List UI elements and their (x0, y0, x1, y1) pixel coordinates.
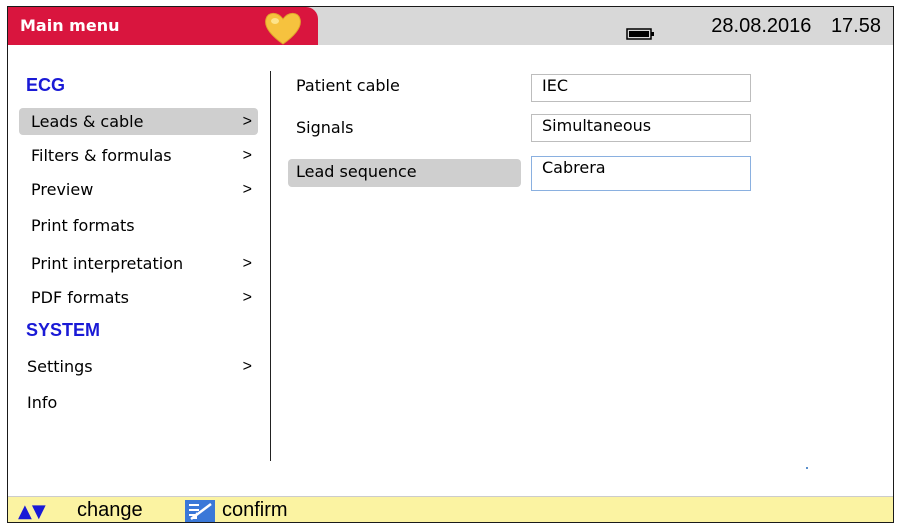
sidebar-item-info[interactable]: Info (19, 389, 258, 416)
sidebar-item-print-formats[interactable]: Print formats (19, 212, 258, 239)
sidebar-divider (270, 71, 271, 461)
page-title: Main menu (20, 16, 120, 35)
chevron-right-icon: > (242, 181, 252, 198)
section-system: SYSTEM (26, 320, 101, 340)
header-bar: Main menu 28.08.2016 17.58 (8, 7, 893, 45)
sidebar-item-pdf-formats[interactable]: PDF formats > (19, 284, 258, 311)
signals-field[interactable]: Simultaneous (531, 114, 751, 142)
sidebar-item-print-interpretation[interactable]: Print interpretation > (19, 250, 258, 277)
confirm-icon (185, 500, 215, 522)
sidebar-item-label: PDF formats (31, 288, 129, 307)
chevron-right-icon: > (242, 255, 252, 272)
sidebar-item-label: Print formats (31, 216, 135, 235)
change-hint: change (77, 499, 143, 521)
sidebar-item-filters-formulas[interactable]: Filters & formulas > (19, 142, 258, 169)
heart-icon (265, 12, 301, 45)
section-ecg: ECG (26, 75, 66, 95)
patient-cable-field[interactable]: IEC (531, 74, 751, 102)
stray-dot (806, 467, 808, 469)
date-time: 28.08.2016 17.58 (697, 7, 881, 45)
sidebar-item-settings[interactable]: Settings > (19, 353, 258, 380)
sidebar-item-label: Leads & cable (31, 112, 144, 131)
sidebar-item-preview[interactable]: Preview > (19, 176, 258, 203)
chevron-right-icon: > (242, 113, 252, 130)
patient-cable-label: Patient cable (288, 73, 521, 101)
field-label-text: Lead sequence (296, 162, 417, 181)
chevron-right-icon: > (242, 147, 252, 164)
sidebar-item-leads-cable[interactable]: Leads & cable > (19, 108, 258, 135)
chevron-right-icon: > (242, 289, 252, 306)
time-text: 17.58 (830, 15, 881, 37)
sidebar-item-label: Info (27, 393, 58, 412)
signals-label: Signals (288, 115, 521, 143)
date-text: 28.08.2016 (711, 15, 812, 37)
battery-icon (626, 28, 654, 40)
field-label-text: Patient cable (296, 76, 400, 95)
up-down-arrows-icon: ▲▼ (18, 501, 46, 522)
chevron-right-icon: > (242, 358, 252, 375)
main-window: Main menu 28.08.2016 17.58 ECG Leads & c… (7, 6, 894, 523)
sidebar-item-label: Print interpretation (31, 254, 184, 273)
field-label-text: Signals (296, 118, 354, 137)
sidebar-item-label: Filters & formulas (31, 146, 172, 165)
sidebar-item-label: Preview (31, 180, 94, 199)
lead-sequence-label[interactable]: Lead sequence (288, 159, 521, 187)
lead-sequence-field[interactable]: Cabrera (531, 156, 751, 191)
footer-hint-bar: ▲▼ change confirm (8, 496, 893, 522)
confirm-hint: confirm (222, 499, 288, 521)
sidebar-item-label: Settings (27, 357, 93, 376)
